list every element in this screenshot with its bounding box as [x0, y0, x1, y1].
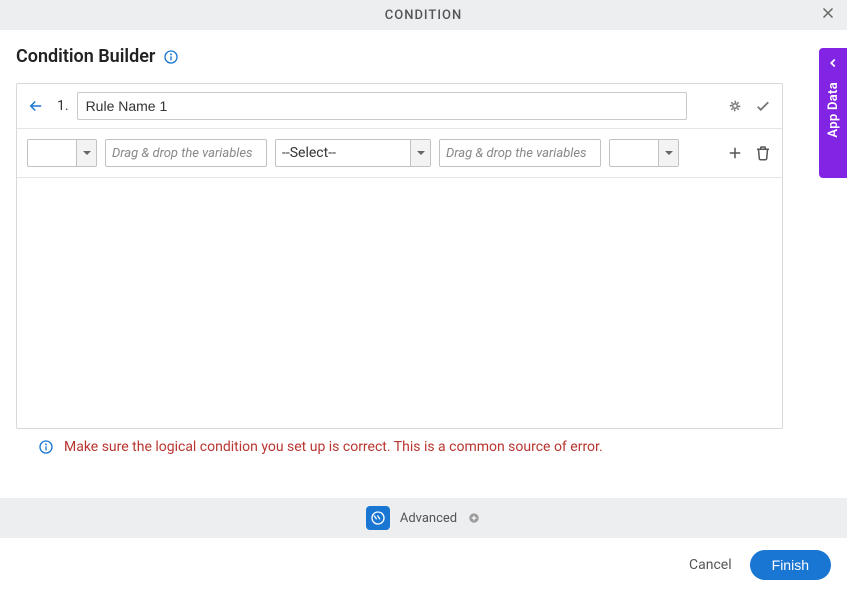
left-connector-select[interactable] — [27, 139, 97, 167]
rule-name-input[interactable] — [77, 92, 687, 120]
plus-circle-icon[interactable] — [467, 511, 481, 525]
operator-select[interactable]: --Select-- — [275, 139, 431, 167]
caret-down-icon — [76, 140, 96, 166]
advanced-bar: Advanced — [0, 498, 847, 538]
side-tab-label: App Data — [826, 82, 841, 138]
page-title-row: Condition Builder — [16, 46, 831, 67]
page-title: Condition Builder — [16, 46, 155, 67]
footer-actions: Cancel Finish — [689, 550, 831, 580]
cancel-button[interactable]: Cancel — [689, 557, 732, 573]
builder-panel: 1. Drag & drop the variables --Select-- — [16, 83, 783, 429]
condition-row: Drag & drop the variables --Select-- Dra… — [17, 129, 782, 178]
close-icon[interactable] — [819, 4, 837, 26]
drop-placeholder: Drag & drop the variables — [446, 146, 587, 161]
right-variable-drop[interactable]: Drag & drop the variables — [439, 139, 601, 167]
modal-title: CONDITION — [385, 8, 462, 23]
caret-down-icon — [658, 140, 678, 166]
modal-header: CONDITION — [0, 0, 847, 30]
right-connector-select[interactable] — [609, 139, 679, 167]
drop-placeholder: Drag & drop the variables — [112, 146, 253, 161]
rule-header: 1. — [17, 84, 782, 129]
warning-row: Make sure the logical condition you set … — [16, 429, 831, 465]
chevron-left-icon — [826, 56, 840, 74]
advanced-badge-icon[interactable] — [366, 506, 390, 530]
checkmark-icon[interactable] — [754, 97, 772, 115]
add-row-icon[interactable] — [726, 144, 744, 162]
warning-text: Make sure the logical condition you set … — [64, 439, 603, 455]
app-data-panel-tab[interactable]: App Data — [819, 48, 847, 178]
operator-value: --Select-- — [276, 140, 410, 166]
delete-row-icon[interactable] — [754, 144, 772, 162]
caret-down-icon — [410, 140, 430, 166]
info-icon — [38, 439, 54, 455]
left-variable-drop[interactable]: Drag & drop the variables — [105, 139, 267, 167]
rule-number: 1. — [57, 98, 69, 114]
preview-icon[interactable] — [726, 97, 744, 115]
info-icon[interactable] — [163, 49, 179, 65]
finish-button[interactable]: Finish — [750, 550, 831, 580]
advanced-label: Advanced — [400, 511, 457, 526]
back-arrow-icon[interactable] — [27, 97, 45, 115]
condition-canvas[interactable] — [17, 178, 782, 428]
